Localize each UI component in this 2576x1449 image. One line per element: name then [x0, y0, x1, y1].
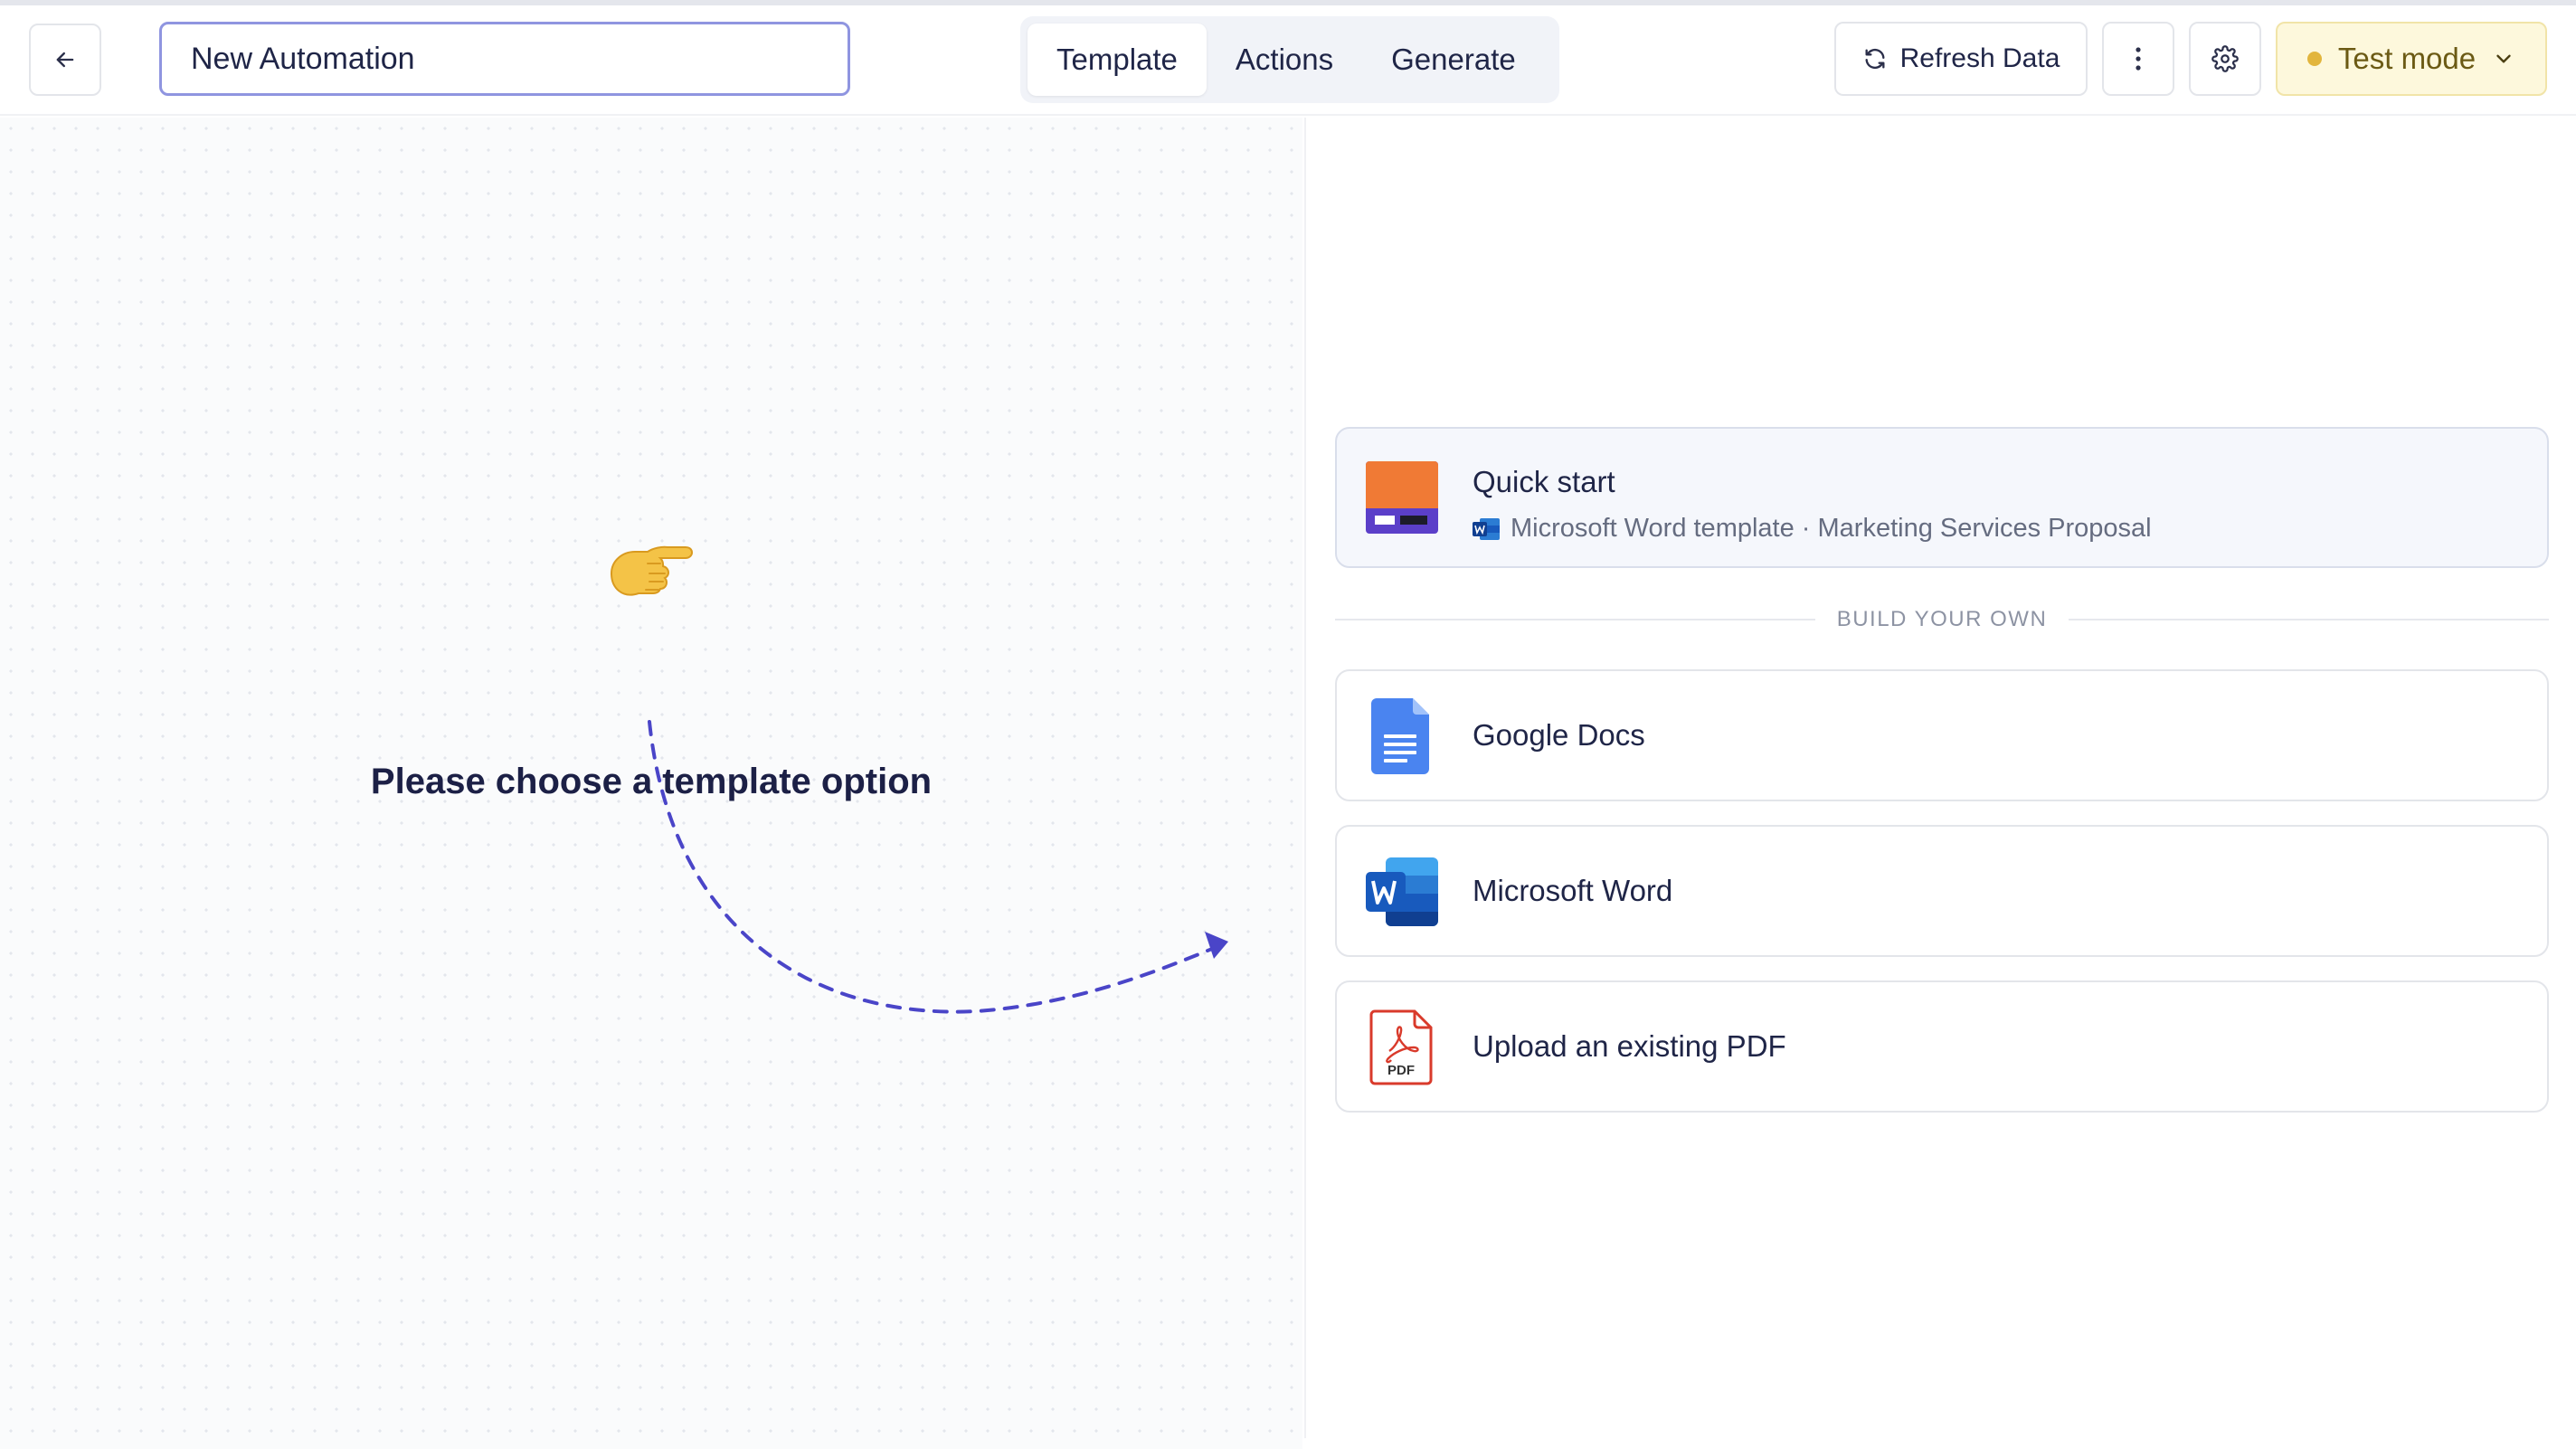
google-docs-icon [1366, 698, 1438, 779]
upload-pdf-option[interactable]: PDF Upload an existing PDF [1335, 980, 2549, 1113]
refresh-data-button[interactable]: Refresh Data [1834, 22, 2088, 96]
template-options-panel: Quick start Microsoft Word template · Ma… [1304, 118, 2576, 1438]
upload-pdf-label: Upload an existing PDF [1473, 1029, 1786, 1063]
quick-start-subtitle-text: Microsoft Word template · Marketing Serv… [1511, 514, 2152, 543]
microsoft-word-label: Microsoft Word [1473, 874, 1673, 907]
automation-name-input[interactable] [159, 22, 850, 96]
refresh-icon [1865, 48, 1885, 70]
quick-start-card[interactable]: Quick start Microsoft Word template · Ma… [1335, 427, 2549, 568]
more-options-button[interactable] [2102, 22, 2174, 96]
more-vertical-icon [2136, 47, 2141, 71]
tab-template[interactable]: Template [1028, 24, 1207, 96]
divider-label: BUILD YOUR OWN [1836, 607, 2048, 631]
divider-line-right [2069, 619, 2549, 620]
google-docs-label: Google Docs [1473, 718, 1645, 752]
test-mode-label: Test mode [2337, 42, 2477, 75]
quick-start-subtitle: Microsoft Word template · Marketing Serv… [1473, 514, 2152, 544]
tab-actions[interactable]: Actions [1207, 24, 1362, 96]
build-your-own-divider: BUILD YOUR OWN [1335, 606, 2549, 633]
microsoft-word-icon [1366, 854, 1438, 934]
microsoft-word-option[interactable]: Microsoft Word [1335, 825, 2549, 957]
back-button[interactable] [29, 24, 101, 96]
test-mode-dropdown[interactable]: Test mode [2276, 22, 2547, 96]
divider-line-left [1335, 619, 1815, 620]
choose-template-prompt: Please choose a template option [370, 762, 933, 801]
chevron-down-icon [2496, 54, 2511, 63]
svg-text:PDF: PDF [1387, 1063, 1415, 1078]
microsoft-word-icon [1473, 517, 1500, 540]
template-canvas: Please choose a template option [0, 118, 1302, 1449]
gear-icon [2211, 45, 2239, 72]
proposal-thumbnail [1366, 461, 1438, 538]
top-toolbar: Template Actions Generate Refresh Data T… [0, 5, 2576, 116]
step-tabs: Template Actions Generate [1020, 16, 1559, 103]
refresh-data-label: Refresh Data [1899, 43, 2060, 73]
arrow-left-icon [56, 52, 74, 68]
status-dot [2306, 52, 2322, 66]
pointing-hand-icon [610, 545, 694, 596]
google-docs-option[interactable]: Google Docs [1335, 669, 2549, 801]
tab-generate[interactable]: Generate [1362, 24, 1545, 96]
pdf-file-icon: PDF [1366, 1009, 1438, 1090]
settings-button[interactable] [2189, 22, 2261, 96]
quick-start-title: Quick start [1473, 465, 1615, 498]
